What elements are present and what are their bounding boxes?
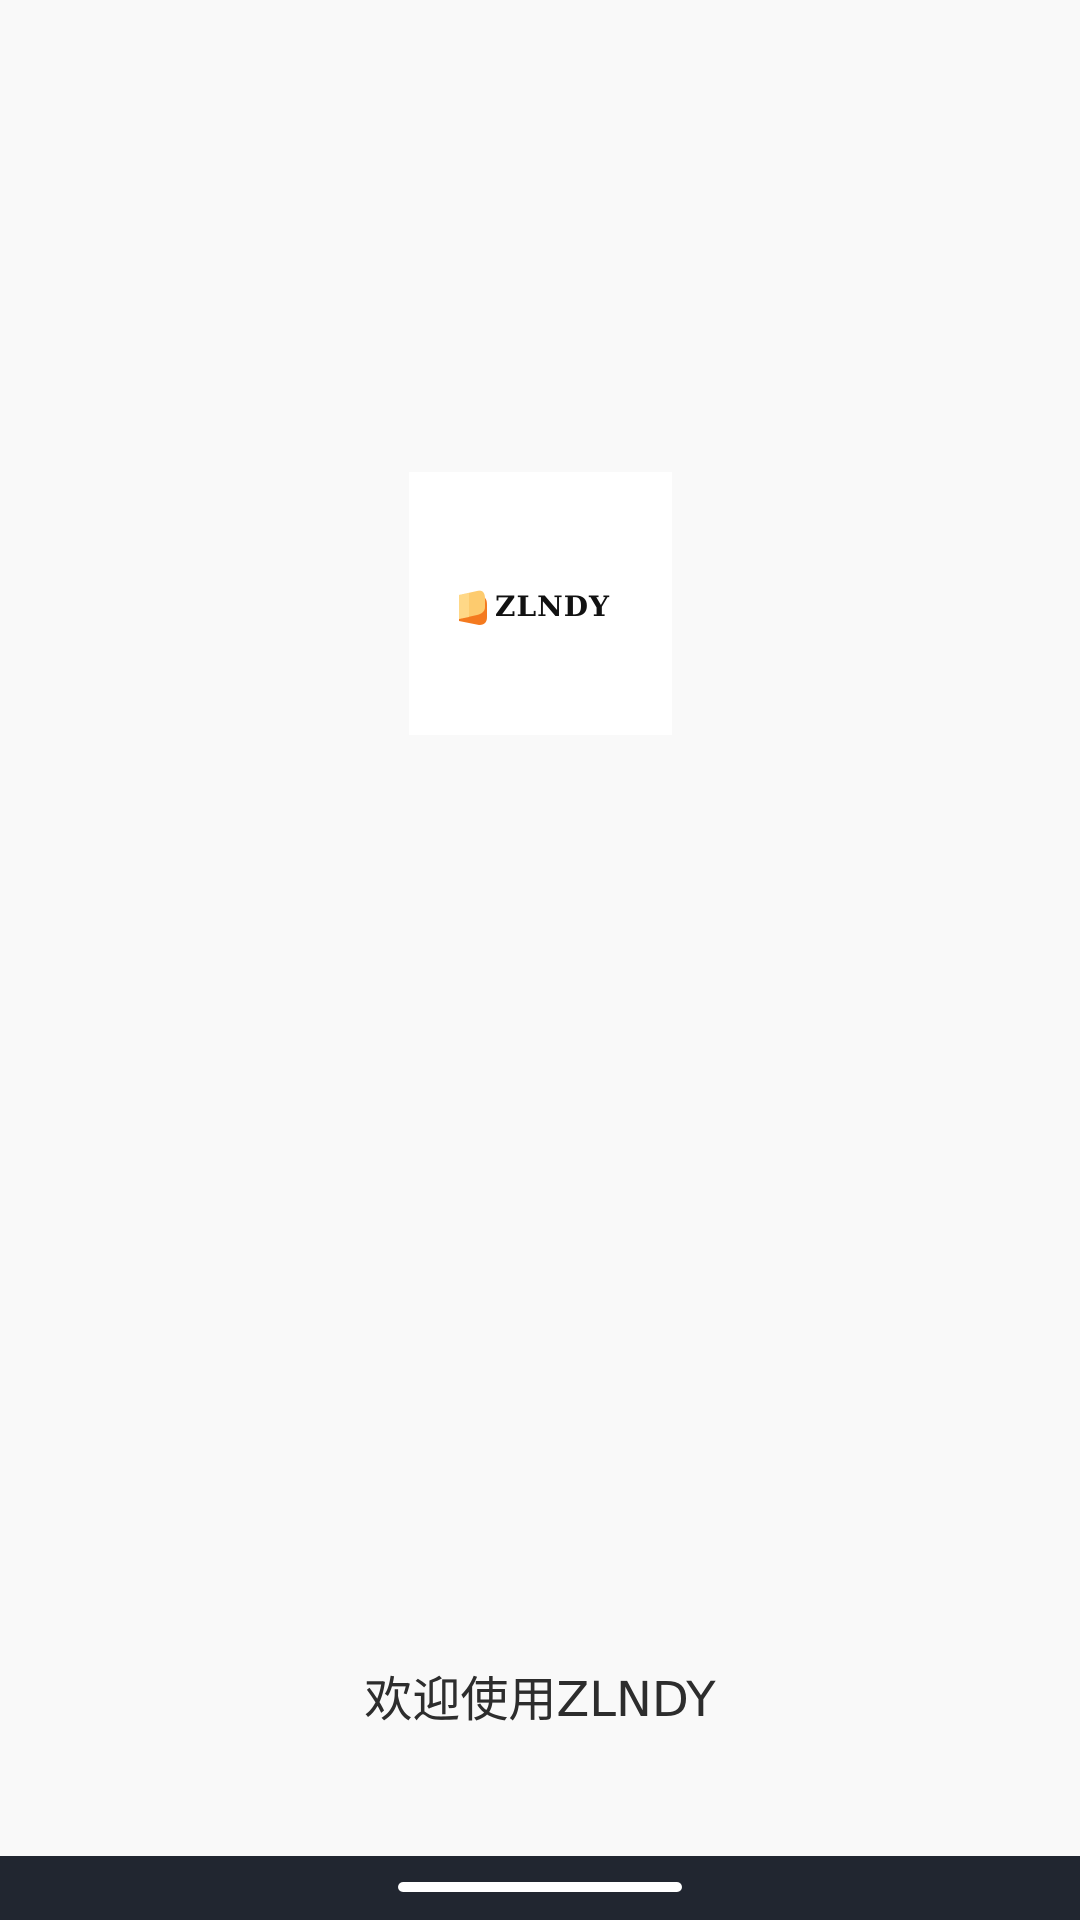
app-logo-card: ZLNDY [409, 472, 672, 735]
system-navigation-bar [0, 1856, 1080, 1920]
home-indicator-handle[interactable] [398, 1882, 682, 1892]
book-logo-icon [459, 590, 487, 625]
welcome-message: 欢迎使用ZLNDY [364, 1672, 716, 1728]
splash-screen: ZLNDY 欢迎使用ZLNDY [0, 0, 1080, 1856]
logo-wordmark: ZLNDY [495, 590, 610, 623]
